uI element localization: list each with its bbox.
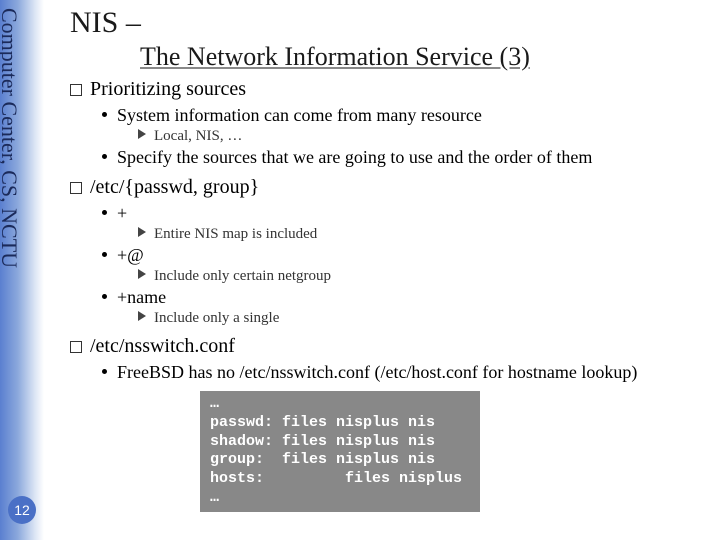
code-block: … passwd: files nisplus nis shadow: file…	[200, 391, 480, 512]
bullet-text: +	[117, 203, 127, 223]
slide-content: NIS – The Network Information Service (3…	[70, 6, 708, 512]
section: /etc/{passwd, group} + Entire NIS map is…	[70, 176, 708, 327]
bullet-text: FreeBSD has no /etc/nsswitch.conf (/etc/…	[117, 362, 637, 382]
section: /etc/nsswitch.conf FreeBSD has no /etc/n…	[70, 335, 708, 383]
checkbox-icon	[70, 341, 82, 353]
bullet-icon	[102, 210, 107, 215]
sidebar-label: Computer Center, CS, NCTU	[0, 8, 22, 268]
bullet-text: Specify the sources that we are going to…	[117, 147, 592, 167]
triangle-icon	[138, 227, 146, 237]
checkbox-icon	[70, 84, 82, 96]
section-heading: /etc/nsswitch.conf	[90, 335, 235, 357]
title-prefix: NIS –	[70, 6, 708, 40]
section-heading: /etc/{passwd, group}	[90, 176, 259, 198]
sidebar: Computer Center, CS, NCTU	[0, 0, 44, 540]
sub-bullet-text: Entire NIS map is included	[154, 226, 317, 242]
title-main: The Network Information Service (3)	[140, 42, 708, 72]
sub-bullet-text: Include only certain netgroup	[154, 268, 331, 284]
bullet-icon	[102, 154, 107, 159]
bullet-text: +@	[117, 245, 144, 265]
bullet-text: +name	[117, 287, 166, 307]
triangle-icon	[138, 269, 146, 279]
bullet-icon	[102, 369, 107, 374]
page-number-badge: 12	[8, 496, 36, 524]
section-heading: Prioritizing sources	[90, 78, 246, 100]
sub-bullet-text: Include only a single	[154, 310, 279, 326]
triangle-icon	[138, 129, 146, 139]
bullet-icon	[102, 112, 107, 117]
bullet-icon	[102, 294, 107, 299]
bullet-text: System information can come from many re…	[117, 105, 482, 125]
bullet-icon	[102, 252, 107, 257]
section-list: Prioritizing sources System information …	[70, 78, 708, 383]
sub-bullet-text: Local, NIS, …	[154, 128, 242, 144]
checkbox-icon	[70, 182, 82, 194]
section: Prioritizing sources System information …	[70, 78, 708, 168]
triangle-icon	[138, 311, 146, 321]
